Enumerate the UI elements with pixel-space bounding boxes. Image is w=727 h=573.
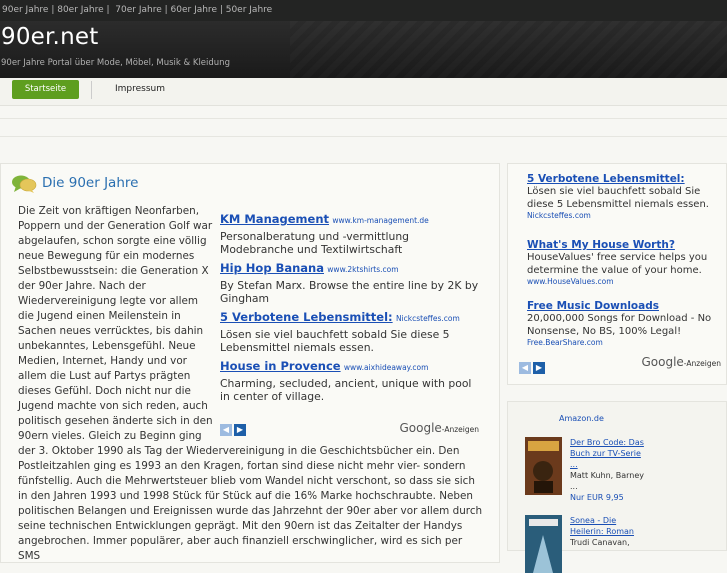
ad-description: Lösen sie viel bauchfett sobald Sie dies… [220, 328, 450, 354]
ad-item[interactable]: KM Management www.km-management.de Perso… [220, 212, 483, 256]
main-nav: Startseite Impressum [0, 78, 727, 106]
ad-item[interactable]: House in Provence www.aixhideaway.com Ch… [220, 359, 483, 403]
book-title[interactable]: Sonea - Die [570, 515, 720, 526]
book-author: Trudi Canavan, [570, 538, 630, 547]
amazon-label[interactable]: Amazon.de [559, 414, 604, 423]
side-ad-item[interactable]: What's My House Worth? HouseValues' free… [527, 239, 727, 286]
ad-item[interactable]: Hip Hop Banana www.2ktshirts.com By Stef… [220, 261, 483, 305]
ads-suffix: -Anzeigen [683, 359, 721, 368]
ad-url[interactable]: Nickcsteffes.com [396, 314, 460, 323]
book-price: Nur EUR 9,95 [570, 493, 624, 502]
nav-divider [91, 81, 92, 99]
book-title[interactable]: Heilerin: Roman [570, 526, 720, 537]
google-logo: Google [399, 421, 442, 435]
nav-home-button[interactable]: Startseite [12, 80, 79, 99]
ad-title[interactable]: 5 Verbotene Lebensmittel: [220, 310, 393, 324]
side-ad-url[interactable]: www.HouseValues.com [527, 277, 727, 286]
book-cover-image[interactable] [525, 437, 562, 495]
divider [0, 118, 727, 119]
google-logo: Google [641, 355, 684, 369]
prev-arrow-icon[interactable]: ◀ [220, 424, 232, 436]
main-content-box: Die 90er Jahre KM Management www.km-mana… [0, 163, 500, 563]
prev-arrow-icon[interactable]: ◀ [519, 361, 531, 374]
nav-imprint-link[interactable]: Impressum [115, 84, 165, 94]
book-title[interactable]: Der Bro Code: Das [570, 437, 720, 448]
side-ad-description: HouseValues' free service helps you dete… [527, 252, 708, 276]
next-arrow-icon[interactable]: ▶ [533, 361, 545, 374]
ad-description: By Stefan Marx. Browse the entire line b… [220, 279, 479, 305]
ad-url[interactable]: www.aixhideaway.com [344, 363, 429, 372]
site-header: 90er.net 90er Jahre Portal über Mode, Mö… [0, 21, 727, 78]
book-title[interactable]: ... [570, 459, 720, 470]
ad-item[interactable]: 5 Verbotene Lebensmittel: Nickcsteffes.c… [220, 310, 483, 354]
book-info: Sonea - Die Heilerin: Roman Trudi Canava… [570, 515, 720, 548]
site-tagline: 90er Jahre Portal über Mode, Möbel, Musi… [1, 58, 230, 68]
ads-footer: ◀ ▶ Google-Anzeigen [220, 421, 483, 438]
book-cover-image[interactable] [525, 515, 562, 573]
sidebar-ads-box: 5 Verbotene Lebensmittel: Lösen sie viel… [507, 163, 727, 385]
next-arrow-icon[interactable]: ▶ [234, 424, 246, 436]
book-info: Der Bro Code: Das Buch zur TV-Serie ... … [570, 437, 720, 503]
ad-title[interactable]: Hip Hop Banana [220, 261, 324, 275]
side-ad-url[interactable]: Free.BearShare.com [527, 338, 727, 347]
google-ads-label[interactable]: Google-Anzeigen [641, 355, 721, 369]
side-ad-title[interactable]: What's My House Worth? [527, 239, 727, 251]
book-title[interactable]: Buch zur TV-Serie [570, 448, 720, 459]
side-ad-title[interactable]: 5 Verbotene Lebensmittel: [527, 173, 727, 185]
ad-description: Personalberatung und -vermittlung Modebr… [220, 230, 410, 256]
book-author: ... [570, 482, 578, 491]
top-links-bar[interactable]: 90er Jahre | 80er Jahre | 70er Jahre | 6… [0, 0, 727, 21]
book-author: Matt Kuhn, Barney [570, 471, 645, 480]
side-ad-title[interactable]: Free Music Downloads [527, 300, 727, 312]
side-ads-footer: ◀ ▶ Google-Anzeigen [519, 355, 725, 376]
speech-bubbles-icon [12, 175, 37, 193]
side-ad-item[interactable]: 5 Verbotene Lebensmittel: Lösen sie viel… [527, 173, 727, 220]
ad-description: Charming, secluded, ancient, unique with… [220, 377, 472, 403]
side-ad-description: 20,000,000 Songs for Download - No Nonse… [527, 313, 712, 337]
ads-suffix: -Anzeigen [441, 425, 479, 434]
ad-url[interactable]: www.2ktshirts.com [327, 265, 398, 274]
amazon-widget: Amazon.de Der Bro Code: Das Buch zur TV-… [507, 401, 727, 573]
divider [0, 136, 727, 137]
article-text-block: KM Management www.km-management.de Perso… [18, 204, 483, 564]
ad-title[interactable]: KM Management [220, 212, 329, 226]
adsense-block: KM Management www.km-management.de Perso… [220, 212, 483, 436]
page-title: Die 90er Jahre [42, 175, 139, 191]
ad-url[interactable]: www.km-management.de [332, 216, 428, 225]
google-ads-label[interactable]: Google-Anzeigen [399, 421, 479, 437]
side-ad-url[interactable]: Nickcsteffes.com [527, 211, 727, 220]
site-title[interactable]: 90er.net [1, 24, 98, 50]
header-texture [290, 21, 727, 78]
ad-title[interactable]: House in Provence [220, 359, 341, 373]
side-ad-description: Lösen sie viel bauchfett sobald Sie dies… [527, 186, 709, 210]
side-ad-item[interactable]: Free Music Downloads 20,000,000 Songs fo… [527, 300, 727, 347]
